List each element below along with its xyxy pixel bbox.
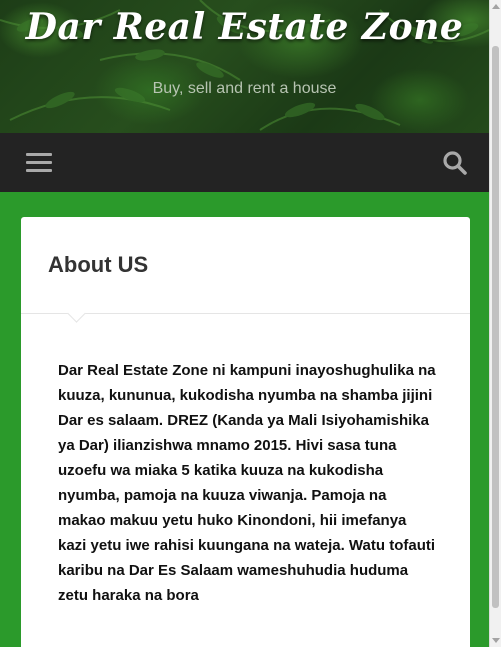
search-icon[interactable] [442,150,468,176]
vertical-scrollbar[interactable] [489,0,501,647]
page-viewport: Dar Real Estate Zone Buy, sell and rent … [0,0,489,647]
menu-bar-line [26,153,52,156]
card-header: About US [21,217,470,314]
page-title: About US [48,252,149,277]
hamburger-menu-icon[interactable] [26,153,52,173]
site-title[interactable]: Dar Real Estate Zone [0,6,489,48]
scrollbar-thumb[interactable] [492,46,499,608]
about-body-text: Dar Real Estate Zone ni kampuni inayoshu… [58,362,436,604]
about-card: About US Dar Real Estate Zone ni kampuni… [21,217,470,647]
site-header: Dar Real Estate Zone Buy, sell and rent … [0,0,489,133]
scroll-down-arrow-icon[interactable] [492,638,500,643]
menu-bar-line [26,169,52,172]
scroll-up-arrow-icon[interactable] [492,4,500,9]
menu-bar-line [26,161,52,164]
site-tagline: Buy, sell and rent a house [152,80,337,97]
navigation-bar [0,133,489,192]
